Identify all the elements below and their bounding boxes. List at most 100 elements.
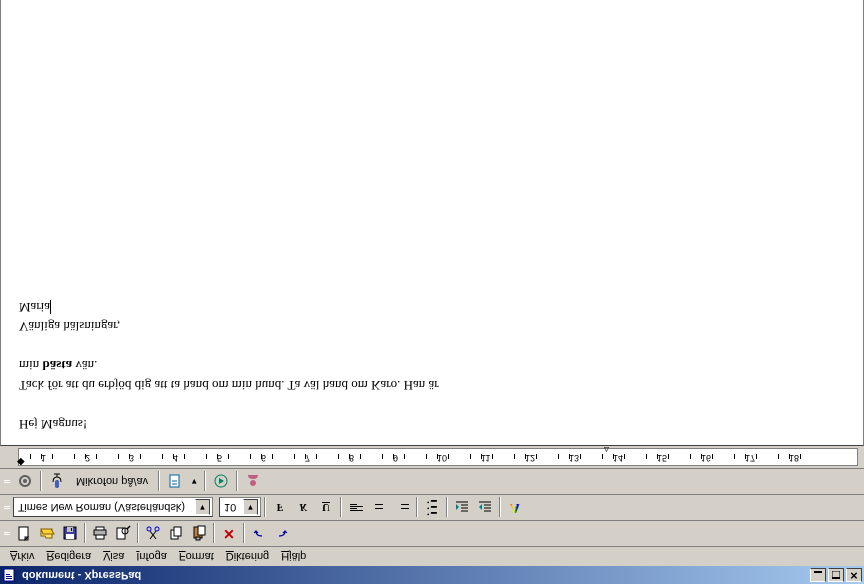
dropdown-arrow-icon[interactable]: ▼ <box>243 500 258 516</box>
separator <box>243 524 245 544</box>
menu-visa[interactable]: Visa <box>97 549 130 565</box>
close-button[interactable]: ✕ <box>846 568 862 582</box>
ruler-tick <box>129 454 130 459</box>
ruler-tick <box>30 454 31 459</box>
ruler-tick <box>646 454 647 459</box>
font-size-combo[interactable]: 10 ▼ <box>219 498 261 518</box>
font-combo[interactable]: Times New Roman (Västerländsk) ▼ <box>13 498 213 518</box>
ruler-tick <box>261 454 262 459</box>
separator <box>340 498 342 518</box>
print-button[interactable] <box>89 523 111 545</box>
ruler-tick <box>140 454 141 459</box>
doc-line-body1: Tack för att du erbjöd dig att ta hand o… <box>19 376 845 394</box>
save-button[interactable] <box>59 523 81 545</box>
toolbar-grip[interactable] <box>4 524 10 544</box>
menu-arkiv[interactable]: Arkiv <box>4 549 40 565</box>
align-center-button[interactable] <box>368 497 390 519</box>
dropdown-arrow-icon[interactable]: ▼ <box>188 471 200 493</box>
ruler-tick <box>162 454 163 459</box>
dictation-settings-button[interactable] <box>14 471 36 493</box>
microphone-icon[interactable] <box>46 471 68 493</box>
ruler-number: 15 <box>657 450 667 462</box>
align-right-button[interactable] <box>391 497 413 519</box>
italic-button[interactable]: K <box>292 497 314 519</box>
menu-bar: Arkiv Redigera Visa Infoga Format Dikter… <box>0 546 864 566</box>
ruler-tick <box>481 454 482 459</box>
redo-button[interactable] <box>271 523 293 545</box>
new-button[interactable] <box>13 523 35 545</box>
ruler[interactable]: ◆ ▵ 123456789101112131415161718 <box>18 448 858 466</box>
ruler-tick <box>426 454 427 459</box>
separator <box>446 498 448 518</box>
ruler-tick <box>272 454 273 459</box>
menu-redigera[interactable]: Redigera <box>40 549 97 565</box>
menu-format[interactable]: Format <box>173 549 220 565</box>
dropdown-arrow-icon[interactable]: ▼ <box>195 500 210 516</box>
ruler-number: 10 <box>437 450 447 462</box>
toolbar-grip[interactable] <box>4 498 10 518</box>
ruler-tick <box>525 454 526 459</box>
menu-diktering[interactable]: Diktering <box>220 549 275 565</box>
ruler-tick <box>712 454 713 459</box>
ruler-number: 18 <box>789 450 799 462</box>
separator <box>158 472 160 492</box>
ruler-tick <box>602 454 603 459</box>
ruler-number: 14 <box>613 450 623 462</box>
ruler-tick <box>745 454 746 459</box>
doc-bold-text: bästa <box>42 358 72 373</box>
ruler-tick <box>316 454 317 459</box>
ruler-tick <box>657 454 658 459</box>
ruler-tick <box>756 454 757 459</box>
doc-text: vän. <box>72 358 97 373</box>
bold-button[interactable]: F <box>269 497 291 519</box>
menu-infoga[interactable]: Infoga <box>130 549 173 565</box>
print-preview-button[interactable] <box>112 523 134 545</box>
mic-toggle-label[interactable]: Mikrofon på/av <box>70 476 154 488</box>
doc-line-signature: Maria <box>19 298 845 316</box>
indent-marker-icon[interactable]: ◆ <box>17 456 25 467</box>
menu-hjalp[interactable]: Hjälp <box>275 549 312 565</box>
undo-button[interactable] <box>248 523 270 545</box>
increase-indent-button[interactable] <box>474 497 496 519</box>
ruler-number: 17 <box>745 450 755 462</box>
ruler-tick <box>173 454 174 459</box>
align-left-button[interactable] <box>345 497 367 519</box>
voice-profile-button[interactable] <box>242 471 264 493</box>
doc-signature-text: Maria <box>19 300 50 315</box>
format-toolbar: Times New Roman (Västerländsk) ▼ 10 ▼ F … <box>0 494 864 520</box>
ruler-tick <box>294 454 295 459</box>
toolbar-grip[interactable] <box>4 472 10 492</box>
ruler-tick <box>305 454 306 459</box>
document-options-button[interactable] <box>164 471 186 493</box>
ruler-tick <box>338 454 339 459</box>
open-button[interactable] <box>36 523 58 545</box>
ruler-tick <box>569 454 570 459</box>
separator <box>416 498 418 518</box>
underline-button[interactable]: U <box>315 497 337 519</box>
delete-button[interactable]: ✕ <box>218 523 240 545</box>
ruler-tick <box>96 454 97 459</box>
document-area[interactable]: Hej Magnus! Tack för att du erbjöd dig a… <box>0 0 864 446</box>
copy-button[interactable] <box>165 523 187 545</box>
ruler-tick <box>734 454 735 459</box>
font-color-button[interactable]: A <box>504 497 526 519</box>
doc-blank <box>19 337 845 355</box>
separator <box>204 472 206 492</box>
ruler-tick <box>800 454 801 459</box>
ruler-tick <box>580 454 581 459</box>
separator <box>84 524 86 544</box>
playback-button[interactable] <box>210 471 232 493</box>
minimize-button[interactable] <box>810 568 826 582</box>
separator <box>499 498 501 518</box>
maximize-button[interactable] <box>828 568 844 582</box>
cut-button[interactable] <box>142 523 164 545</box>
separator <box>236 472 238 492</box>
paste-button[interactable] <box>188 523 210 545</box>
ruler-tick <box>382 454 383 459</box>
bullets-button[interactable]: • ▬• ▬• ▬ <box>421 497 443 519</box>
decrease-indent-button[interactable] <box>451 497 473 519</box>
ruler-tick <box>74 454 75 459</box>
ruler-tick <box>624 454 625 459</box>
standard-toolbar: ✕ <box>0 520 864 546</box>
ruler-tick <box>668 454 669 459</box>
